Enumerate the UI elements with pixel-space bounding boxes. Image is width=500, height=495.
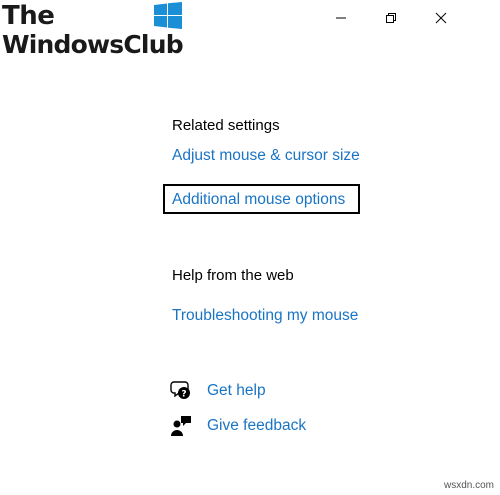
get-help-row[interactable]: ? Get help: [170, 380, 266, 402]
close-icon: [435, 12, 447, 24]
restore-button[interactable]: [368, 6, 414, 30]
minimize-icon: [336, 17, 346, 19]
adjust-mouse-cursor-size-link[interactable]: Adjust mouse & cursor size: [172, 147, 360, 165]
additional-mouse-options-link[interactable]: Additional mouse options: [172, 191, 345, 209]
logo-text-line2: WindowsClub: [2, 30, 184, 59]
give-feedback-label[interactable]: Give feedback: [207, 417, 306, 435]
logo-text-line1: The: [2, 1, 55, 31]
give-feedback-icon: [170, 415, 192, 437]
close-button[interactable]: [418, 6, 464, 30]
get-help-label[interactable]: Get help: [207, 382, 266, 400]
related-settings-heading: Related settings: [172, 117, 280, 134]
help-from-web-heading: Help from the web: [172, 267, 294, 284]
windows-logo-icon: [154, 2, 182, 29]
site-logo: The WindowsClub: [2, 2, 192, 62]
get-help-icon: ?: [170, 380, 192, 402]
troubleshooting-mouse-link[interactable]: Troubleshooting my mouse: [172, 307, 358, 325]
minimize-button[interactable]: [318, 6, 364, 30]
svg-text:?: ?: [181, 390, 186, 400]
restore-icon: [386, 13, 396, 23]
give-feedback-row[interactable]: Give feedback: [170, 415, 306, 437]
watermark: wsxdn.com: [443, 480, 494, 491]
